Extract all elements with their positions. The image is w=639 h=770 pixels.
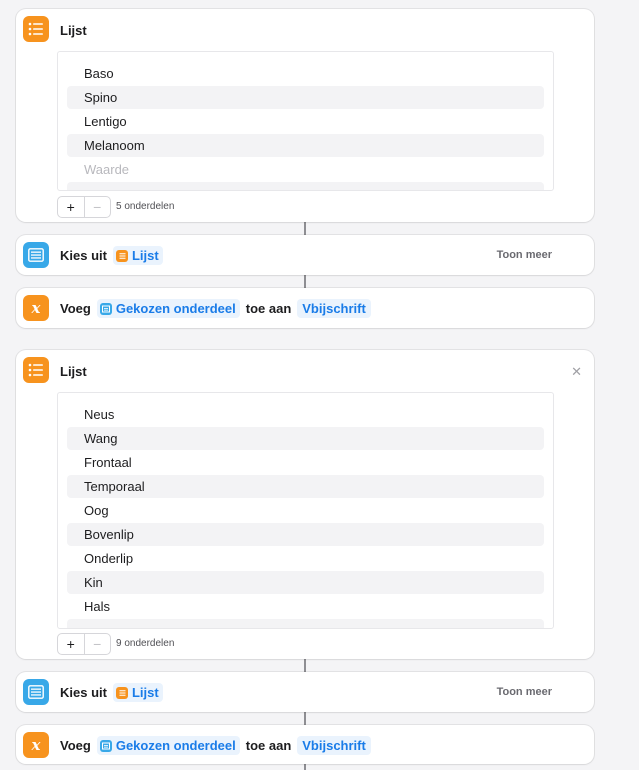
- add-to-variable-card[interactable]: x Voeg Gekozen onderdeel toe aan Vbijsch…: [16, 288, 594, 328]
- list-item-empty: [67, 619, 544, 628]
- action-title: Lijst: [60, 364, 87, 379]
- action-sentence: Voeg Gekozen onderdeel toe aan Vbijschri…: [60, 299, 371, 318]
- list-item[interactable]: Baso: [67, 62, 544, 85]
- action-connector-text: toe aan: [245, 738, 292, 753]
- action-connector-text: toe aan: [245, 301, 292, 316]
- item-stepper: + −: [57, 633, 111, 655]
- action-title: Lijst: [60, 23, 87, 38]
- item-count: 9 onderdelen: [116, 638, 175, 649]
- list-item[interactable]: Neus: [67, 403, 544, 426]
- action-sentence: Kies uit Lijst: [60, 246, 163, 265]
- variable-x-icon: x: [23, 732, 49, 758]
- action-label: Kies uit: [60, 248, 107, 263]
- list-action-card[interactable]: Lijst Baso Spino Lentigo Melanoom Waarde…: [16, 9, 594, 222]
- list-icon: [23, 357, 49, 383]
- list-editor[interactable]: Neus Wang Frontaal Temporaal Oog Bovenli…: [57, 392, 554, 629]
- list-item[interactable]: Frontaal: [67, 451, 544, 474]
- variable-token[interactable]: Vbijschrift: [297, 299, 371, 318]
- variable-x-icon: x: [23, 295, 49, 321]
- token-label: Lijst: [131, 248, 159, 263]
- list-item-placeholder[interactable]: Waarde: [67, 158, 544, 181]
- list-icon: [115, 686, 128, 699]
- list-variable-token[interactable]: Lijst: [112, 246, 163, 265]
- item-count: 5 onderdelen: [116, 201, 175, 212]
- choose-from-list-card[interactable]: Kies uit Lijst Toon meer: [16, 672, 594, 712]
- list-item[interactable]: Bovenlip: [67, 523, 544, 546]
- choose-menu-icon: [23, 242, 49, 268]
- chosen-item-token[interactable]: Gekozen onderdeel: [96, 736, 240, 755]
- show-more-button[interactable]: Toon meer: [497, 249, 552, 261]
- list-item[interactable]: Temporaal: [67, 475, 544, 498]
- remove-item-button[interactable]: −: [83, 197, 111, 217]
- list-item[interactable]: Lentigo: [67, 110, 544, 133]
- action-sentence: Voeg Gekozen onderdeel toe aan Vbijschri…: [60, 736, 371, 755]
- list-icon: [115, 249, 128, 262]
- token-label: Lijst: [131, 685, 159, 700]
- list-item[interactable]: Melanoom: [67, 134, 544, 157]
- connector-line: [304, 222, 306, 235]
- list-variable-token[interactable]: Lijst: [112, 683, 163, 702]
- action-sentence: Kies uit Lijst: [60, 683, 163, 702]
- connector-line: [304, 764, 306, 770]
- connector-line: [304, 712, 306, 725]
- connector-line: [304, 275, 306, 288]
- list-item[interactable]: Spino: [67, 86, 544, 109]
- list-item[interactable]: Kin: [67, 571, 544, 594]
- item-stepper: + −: [57, 196, 111, 218]
- add-to-variable-card[interactable]: x Voeg Gekozen onderdeel toe aan Vbijsch…: [16, 725, 594, 764]
- list-editor[interactable]: Baso Spino Lentigo Melanoom Waarde: [57, 51, 554, 191]
- list-item[interactable]: Hals: [67, 595, 544, 618]
- chosen-item-token[interactable]: Gekozen onderdeel: [96, 299, 240, 318]
- list-item[interactable]: Oog: [67, 499, 544, 522]
- token-label: Gekozen onderdeel: [115, 301, 236, 316]
- close-icon[interactable]: ✕: [571, 364, 582, 380]
- choose-menu-icon: [23, 679, 49, 705]
- choose-menu-icon: [99, 739, 112, 752]
- token-label: Gekozen onderdeel: [115, 738, 236, 753]
- list-item-empty: [67, 182, 544, 190]
- list-item[interactable]: Wang: [67, 427, 544, 450]
- list-icon: [23, 16, 49, 42]
- variable-token[interactable]: Vbijschrift: [297, 736, 371, 755]
- connector-line: [304, 659, 306, 672]
- action-label: Kies uit: [60, 685, 107, 700]
- add-item-button[interactable]: +: [58, 634, 84, 654]
- choose-menu-icon: [99, 302, 112, 315]
- add-item-button[interactable]: +: [58, 197, 84, 217]
- list-item[interactable]: Onderlip: [67, 547, 544, 570]
- choose-from-list-card[interactable]: Kies uit Lijst Toon meer: [16, 235, 594, 275]
- list-action-card[interactable]: Lijst ✕ Neus Wang Frontaal Temporaal Oog…: [16, 350, 594, 659]
- remove-item-button[interactable]: −: [83, 634, 111, 654]
- action-label: Voeg: [60, 301, 91, 316]
- show-more-button[interactable]: Toon meer: [497, 686, 552, 698]
- action-label: Voeg: [60, 738, 91, 753]
